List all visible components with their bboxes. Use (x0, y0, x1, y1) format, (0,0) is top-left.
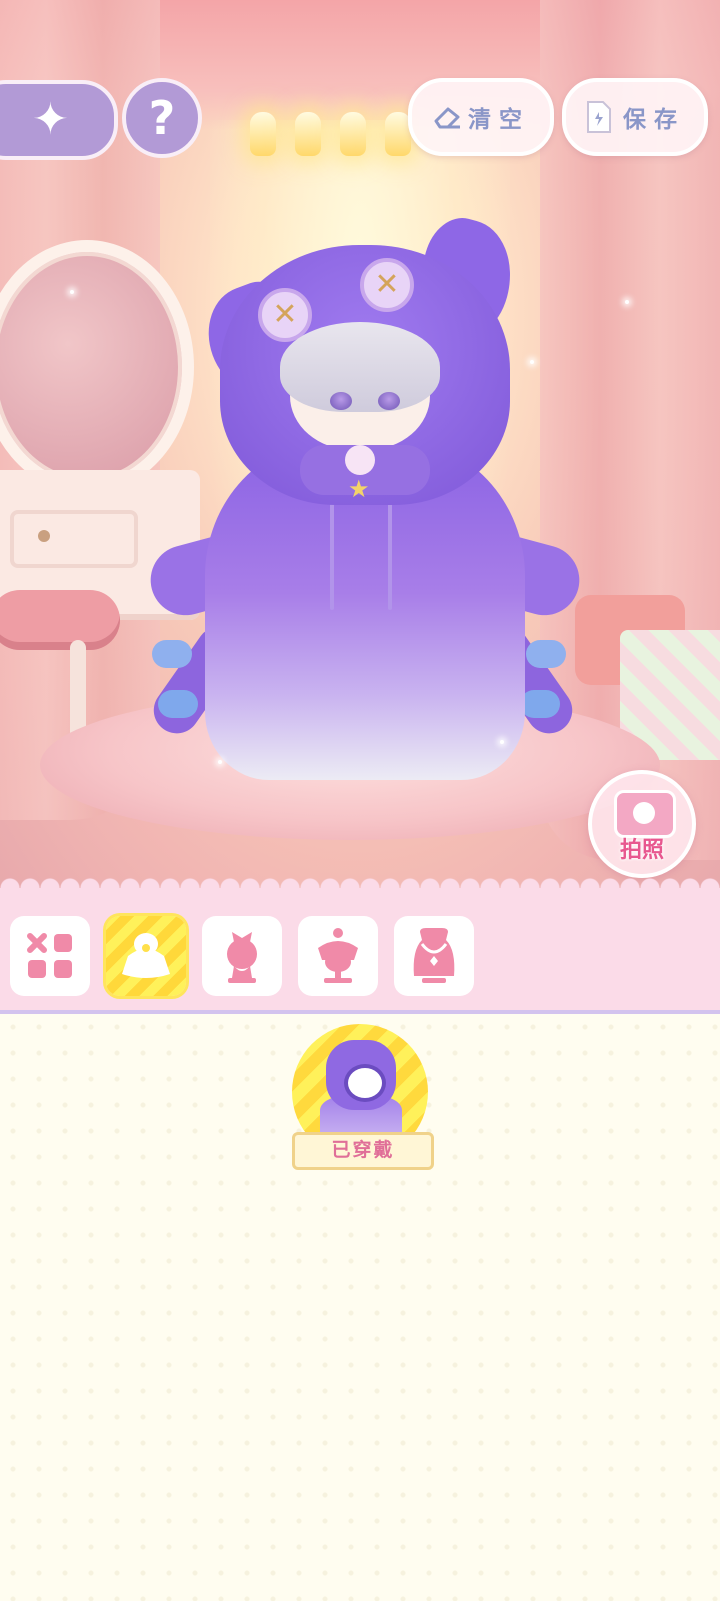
hoodie-pompom (345, 445, 375, 475)
sparkle (70, 290, 74, 294)
light-bulb (340, 112, 366, 156)
tentacle-tip (152, 640, 192, 668)
vanity-stool (0, 590, 120, 650)
save-label: 保存 (623, 107, 685, 133)
camera-icon (614, 790, 676, 838)
star-icon: ★ (348, 475, 370, 503)
character-hair (280, 322, 440, 412)
save-button[interactable]: 保存 (562, 78, 708, 156)
help-button[interactable]: ? (122, 78, 202, 158)
item-thumbnail-mouth (344, 1064, 386, 1102)
eraser-icon (434, 107, 460, 129)
camera-button[interactable]: 拍照 (588, 770, 696, 878)
category-tab-hair-accessory[interactable] (202, 916, 282, 996)
light-bulb (295, 112, 321, 156)
sparkle (625, 300, 629, 304)
drawer-knob (38, 530, 50, 542)
hair-accessory-icon (227, 932, 257, 983)
tentacle-tip (158, 690, 198, 718)
head-accessory-icon (318, 928, 358, 983)
tentacle-tip (520, 690, 560, 718)
sparkle (530, 360, 534, 364)
sparkle-star-icon: ✦ (32, 94, 69, 145)
character-eye (330, 392, 352, 410)
sparkle (500, 740, 504, 744)
light-bulb (250, 112, 276, 156)
category-tab-necklace[interactable] (394, 916, 474, 996)
character-eye (378, 392, 400, 410)
clear-label: 清空 (468, 107, 530, 133)
vanity-mirror (0, 240, 194, 494)
equipped-badge: 已穿戴 (292, 1132, 434, 1170)
back-button[interactable]: ✦ (0, 80, 118, 160)
necklace-icon (413, 928, 455, 983)
vanity-drawer (10, 510, 138, 568)
hoodie-drawstring (330, 490, 334, 610)
hoodie-drawstring (388, 490, 392, 610)
category-tab-all[interactable] (10, 916, 90, 996)
hood-button-icon: ✕ (360, 258, 414, 312)
document-icon (587, 101, 611, 133)
category-tab-head-accessory[interactable] (298, 916, 378, 996)
all-items-icon (27, 933, 72, 978)
category-tab-outfit[interactable] (106, 916, 186, 996)
outfit-icon (122, 933, 170, 978)
clear-button[interactable]: 清空 (408, 78, 554, 156)
camera-label: 拍照 (619, 838, 664, 863)
tentacle-tip (526, 640, 566, 668)
sparkle (218, 760, 222, 764)
